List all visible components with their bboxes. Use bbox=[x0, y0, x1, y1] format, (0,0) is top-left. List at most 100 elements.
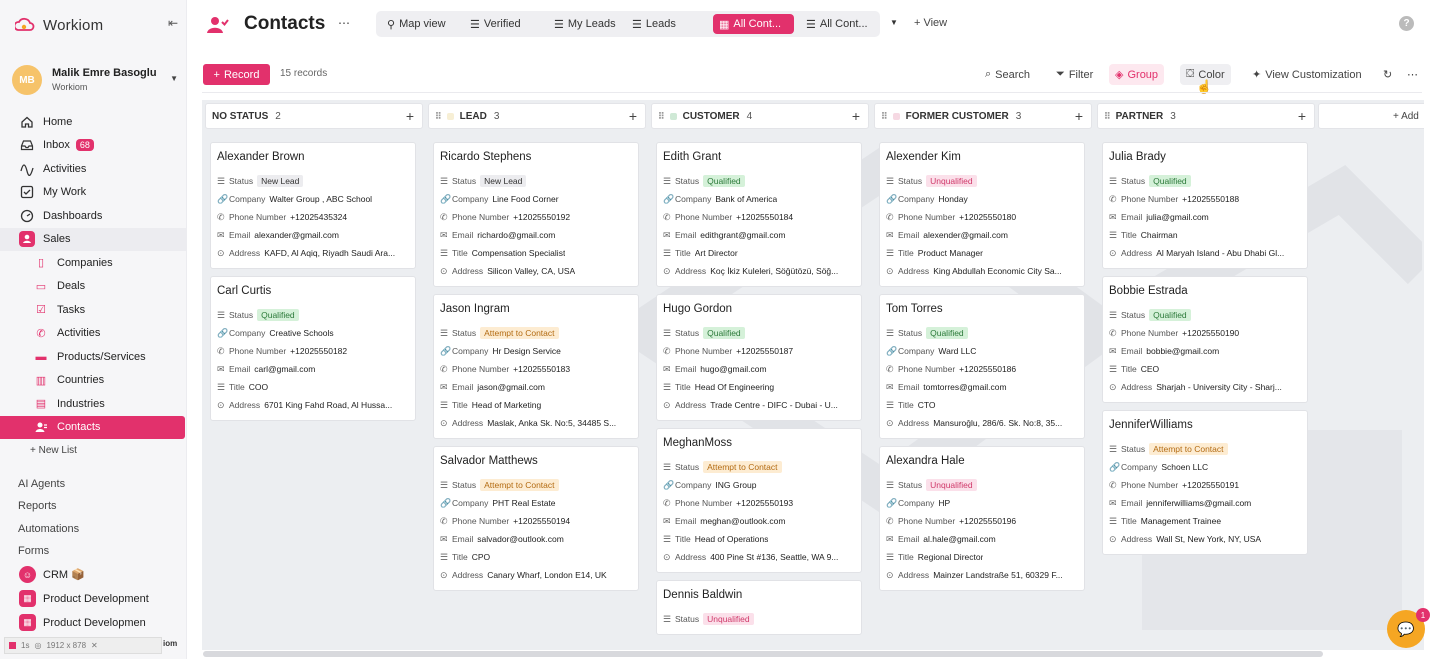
sidebar-item-forms[interactable]: Forms bbox=[0, 540, 187, 563]
column-header[interactable]: ⠿ LEAD 3 + bbox=[428, 103, 646, 129]
more-options-icon[interactable]: ⋯ bbox=[1401, 64, 1424, 85]
sidebar-item-deals[interactable]: ▭ Deals bbox=[0, 275, 187, 299]
button-label: Record bbox=[223, 68, 260, 81]
sidebar-item-automations[interactable]: Automations bbox=[0, 518, 187, 541]
contact-card[interactable]: Jason Ingram ☰ Status Attempt to Contact 🔗 Co… bbox=[433, 294, 639, 439]
sidebar-item-activities-sub[interactable]: ✆ Activities bbox=[0, 322, 187, 346]
kanban-board: NO STATUS 2 + Alexander Brown ☰ Status New Lea… bbox=[202, 100, 1424, 650]
field-value: ING Group bbox=[715, 480, 757, 490]
sidebar-item-reports[interactable]: Reports bbox=[0, 495, 187, 518]
field-label: Status bbox=[675, 462, 700, 472]
sidebar-item-contacts[interactable]: Contacts bbox=[0, 415, 185, 439]
more-options-icon[interactable]: ⋯ bbox=[338, 16, 350, 30]
column-header[interactable]: NO STATUS 2 + bbox=[205, 103, 423, 129]
user-menu[interactable]: MB Malik Emre Basoglu Workiom ▼ bbox=[12, 64, 182, 96]
view-customization-button[interactable]: ✦ View Customization bbox=[1246, 64, 1368, 85]
tabs-dropdown-icon[interactable]: ▼ bbox=[890, 18, 898, 27]
sidebar-item-inbox[interactable]: Inbox 68 bbox=[0, 134, 187, 158]
list-icon: ☰ bbox=[470, 18, 480, 31]
add-record-button[interactable]: + Record bbox=[203, 64, 270, 85]
contact-card[interactable]: Bobbie Estrada ☰ Status Qualified ✆ Phone Num… bbox=[1102, 276, 1308, 403]
tab-all-contacts-active[interactable]: ▦ All Cont... bbox=[713, 14, 794, 34]
tab-map-view[interactable]: ⚲ Map view bbox=[381, 14, 452, 34]
contact-card[interactable]: Salvador Matthews ☰ Status Attempt to Conta… bbox=[433, 446, 639, 591]
column-header[interactable]: ⠿ FORMER CUSTOMER 3 + bbox=[874, 103, 1092, 129]
contact-name: Edith Grant bbox=[663, 151, 722, 163]
field-label: Status bbox=[229, 310, 254, 320]
drag-handle-icon[interactable]: ⠿ bbox=[881, 111, 888, 122]
location-pin-icon: ⊙ bbox=[886, 569, 894, 580]
contact-card[interactable]: JenniferWilliams ☰ Status Attempt to Contac… bbox=[1102, 410, 1308, 555]
refresh-icon[interactable]: ↻ bbox=[1377, 64, 1398, 85]
contact-card[interactable]: Hugo Gordon ☰ Status Qualified ✆ Phone Number… bbox=[656, 294, 862, 421]
add-group-button[interactable]: + Add bbox=[1318, 103, 1424, 129]
sidebar-item-sales[interactable]: Sales bbox=[0, 227, 187, 251]
sidebar-item-activities[interactable]: Activities bbox=[0, 157, 187, 181]
field-row-status: ☰ Status Qualified bbox=[217, 306, 409, 324]
field-row-address: ⊙ Address Trade Centre - DIFC - Dubai - U.… bbox=[663, 396, 855, 414]
collapse-sidebar-icon[interactable]: ⇤ bbox=[168, 16, 178, 30]
field-row-address: ⊙ Address Canary Wharf, London E14, UK bbox=[440, 566, 632, 584]
contact-card[interactable]: Edith Grant ☰ Status Qualified 🔗 Company Bank … bbox=[656, 142, 862, 287]
sidebar-item-my-work[interactable]: My Work bbox=[0, 181, 187, 205]
field-row-company: 🔗 Company ING Group bbox=[663, 476, 855, 494]
drag-handle-icon[interactable]: ⠿ bbox=[435, 111, 442, 122]
column-header[interactable]: ⠿ PARTNER 3 + bbox=[1097, 103, 1315, 129]
title-list-icon: ☰ bbox=[1109, 515, 1118, 526]
add-card-plus-icon[interactable]: + bbox=[1075, 108, 1083, 124]
add-card-plus-icon[interactable]: + bbox=[629, 108, 637, 124]
filter-button[interactable]: ⏷ Filter bbox=[1050, 64, 1099, 85]
crm-space-icon: ☺ bbox=[19, 566, 36, 583]
sidebar-item-products[interactable]: ▬ Products/Services bbox=[0, 345, 187, 369]
drag-handle-icon[interactable]: ⠿ bbox=[1104, 111, 1111, 122]
brand[interactable]: Workiom bbox=[15, 14, 103, 36]
drag-handle-icon[interactable]: ⠿ bbox=[658, 111, 665, 122]
help-icon[interactable]: ? bbox=[1399, 16, 1414, 31]
add-card-plus-icon[interactable]: + bbox=[1298, 108, 1306, 124]
contact-card[interactable]: Tom Torres ☰ Status Qualified 🔗 Company Ward L… bbox=[879, 294, 1085, 439]
space-crm[interactable]: ☺ CRM 📦 bbox=[0, 563, 187, 587]
contact-card[interactable]: Ricardo Stephens ☰ Status New Lead 🔗 Company L… bbox=[433, 142, 639, 287]
column-title: NO STATUS bbox=[212, 110, 269, 122]
contact-card[interactable]: Dennis Baldwin ☰ Status Unqualified bbox=[656, 580, 862, 635]
add-view-button[interactable]: + View bbox=[914, 17, 947, 29]
deal-icon: ▭ bbox=[35, 280, 47, 293]
contact-card[interactable]: MeghanMoss ☰ Status Attempt to Contact 🔗 Comp… bbox=[656, 428, 862, 573]
column-header[interactable]: ⠿ CUSTOMER 4 + bbox=[651, 103, 869, 129]
contact-card[interactable]: Alexender Kim ☰ Status Unqualified 🔗 Company H… bbox=[879, 142, 1085, 287]
location-pin-icon: ⊙ bbox=[440, 265, 448, 276]
sidebar-item-industries[interactable]: ▤ Industries bbox=[0, 392, 187, 416]
space-product-development-2[interactable]: ▦ Product Developmen bbox=[0, 611, 187, 635]
field-row-phone: ✆ Phone Number +12025550194 bbox=[440, 512, 632, 530]
tab-all-contacts[interactable]: ☰ All Cont... bbox=[800, 14, 874, 34]
contact-card[interactable]: Carl Curtis ☰ Status Qualified 🔗 Company Creat… bbox=[210, 276, 416, 421]
group-button[interactable]: ◈ Group bbox=[1109, 64, 1165, 85]
tab-verified[interactable]: ☰ Verified bbox=[464, 14, 527, 34]
column-body: Alexander Brown ☰ Status New Lead 🔗 Company Wa… bbox=[205, 142, 423, 650]
add-card-plus-icon[interactable]: + bbox=[406, 108, 414, 124]
field-value: Bank of America bbox=[715, 194, 778, 204]
tab-leads[interactable]: ☰ Leads bbox=[626, 14, 682, 34]
record-count: 15 records bbox=[280, 68, 328, 79]
new-list-button[interactable]: + New List bbox=[0, 439, 187, 463]
field-row-status: ☰ Status Unqualified bbox=[663, 610, 855, 628]
space-product-development[interactable]: ▦ Product Development bbox=[0, 587, 187, 611]
sidebar-item-companies[interactable]: ▯ Companies bbox=[0, 251, 187, 275]
sidebar-item-dashboards[interactable]: Dashboards bbox=[0, 204, 187, 228]
tab-my-leads[interactable]: ☰ My Leads bbox=[548, 14, 622, 34]
close-icon[interactable]: ✕ bbox=[91, 641, 98, 650]
sidebar-item-home[interactable]: Home bbox=[0, 110, 187, 134]
status-list-icon: ☰ bbox=[663, 461, 672, 472]
search-button[interactable]: ⌕ Search bbox=[979, 64, 1036, 85]
contact-card[interactable]: Julia Brady ☰ Status Qualified ✆ Phone Number… bbox=[1102, 142, 1308, 269]
column-title: FORMER CUSTOMER bbox=[905, 110, 1009, 122]
add-card-plus-icon[interactable]: + bbox=[852, 108, 860, 124]
field-label: Email bbox=[898, 230, 920, 240]
sidebar-item-tasks[interactable]: ☑ Tasks bbox=[0, 298, 187, 322]
horizontal-scrollbar[interactable] bbox=[203, 651, 1323, 657]
contact-card[interactable]: Alexandra Hale ☰ Status Unqualified 🔗 Company… bbox=[879, 446, 1085, 591]
sidebar-item-ai-agents[interactable]: AI Agents bbox=[0, 473, 187, 496]
contact-card[interactable]: Alexander Brown ☰ Status New Lead 🔗 Company Wa… bbox=[210, 142, 416, 269]
home-icon bbox=[19, 114, 35, 130]
sidebar-item-countries[interactable]: ▥ Countries bbox=[0, 369, 187, 393]
